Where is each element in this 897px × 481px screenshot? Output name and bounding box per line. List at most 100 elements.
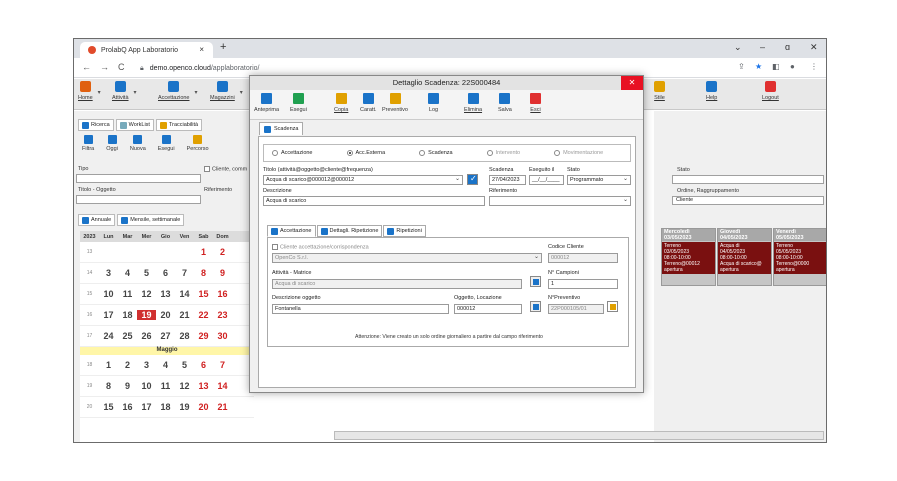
- caratt-button[interactable]: Caratt.: [360, 93, 377, 113]
- calendar-day[interactable]: 2: [118, 360, 137, 370]
- dialog-close-button[interactable]: ✕: [621, 76, 643, 90]
- calendar-day[interactable]: 20: [156, 310, 175, 320]
- esegui-button[interactable]: Esegui: [290, 93, 307, 113]
- titolo-input[interactable]: [76, 195, 201, 204]
- calendar-day[interactable]: 5: [175, 360, 194, 370]
- toolbar-logout-button[interactable]: Logout: [762, 81, 779, 109]
- subtab-dettagliripetizione[interactable]: Dettagli. Ripetizione: [316, 225, 383, 237]
- attivita-lookup-button[interactable]: [530, 276, 541, 287]
- calendar-day[interactable]: 1: [194, 247, 213, 257]
- codice-cliente-input[interactable]: 000012: [548, 253, 618, 263]
- calendar-day[interactable]: 1: [99, 360, 118, 370]
- calendar-day[interactable]: 23: [213, 310, 232, 320]
- calendar-day[interactable]: 17: [99, 310, 118, 320]
- esegui-button[interactable]: Esegui: [158, 134, 175, 159]
- oggetto-lookup-button[interactable]: [530, 301, 541, 312]
- cliente-checkbox[interactable]: Cliente, comm: [204, 166, 247, 172]
- descrizione-oggetto-input[interactable]: Fontanella: [272, 304, 449, 314]
- toolbar-help-button[interactable]: Help: [706, 81, 717, 109]
- calendar-day[interactable]: 15: [99, 402, 118, 412]
- calendar-day[interactable]: 28: [175, 331, 194, 341]
- calendar-day[interactable]: 22: [194, 310, 213, 320]
- elimina-button[interactable]: Elimina: [464, 93, 482, 113]
- calendar-day[interactable]: 10: [137, 381, 156, 391]
- toolbar-attivit-button[interactable]: Attività ▾: [112, 81, 137, 109]
- descrizione-input[interactable]: Acqua di scarico: [263, 196, 485, 206]
- calendar-day[interactable]: 6: [194, 360, 213, 370]
- share-icon[interactable]: ⇪: [738, 62, 745, 71]
- calendar-day[interactable]: 6: [156, 268, 175, 278]
- percorso-button[interactable]: Percorso: [187, 134, 209, 159]
- radio-accettazione[interactable]: Accettazione: [272, 150, 313, 156]
- calendar-day[interactable]: 26: [137, 331, 156, 341]
- calendar-day[interactable]: 4: [156, 360, 175, 370]
- event-card[interactable]: Terreno 05/05/2023 08:00-10:00 Terreno@0000…: [774, 242, 826, 274]
- tab-mensile[interactable]: Mensile, settimanale: [117, 214, 185, 226]
- reload-button[interactable]: C: [118, 62, 125, 72]
- toolbar-magazzini-button[interactable]: Magazzini ▾: [210, 81, 243, 109]
- anteprima-button[interactable]: Anteprima: [254, 93, 279, 113]
- calendar-day[interactable]: 20: [194, 402, 213, 412]
- oggetto-input[interactable]: 000012: [454, 304, 522, 314]
- calendar-day[interactable]: 25: [118, 331, 137, 341]
- calendar-day[interactable]: 11: [118, 289, 137, 299]
- calendar-day[interactable]: 13: [194, 381, 213, 391]
- event-card[interactable]: Terreno 03/05/2023 08:00-10:00 Terreno@0001…: [662, 242, 715, 274]
- calendar-day[interactable]: 18: [118, 310, 137, 320]
- calendar-day[interactable]: 2: [213, 247, 232, 257]
- browser-tab[interactable]: ProlabQ App Laboratorio ×: [80, 42, 213, 58]
- attivita-input[interactable]: Acqua di scarico: [272, 279, 522, 289]
- calendar-day[interactable]: 3: [99, 268, 118, 278]
- tipo-select[interactable]: [76, 174, 201, 183]
- calendar-day[interactable]: 11: [156, 381, 175, 391]
- calendar-day[interactable]: 4: [118, 268, 137, 278]
- cliente-checkbox[interactable]: Cliente accettazione/corrispondenza: [272, 244, 369, 250]
- back-button[interactable]: ←: [82, 62, 91, 72]
- toolbar-home-button[interactable]: Home ▾: [78, 81, 101, 109]
- calendar-day[interactable]: 15: [194, 289, 213, 299]
- esci-button[interactable]: Esci: [530, 93, 541, 113]
- new-tab-button[interactable]: +: [220, 41, 226, 53]
- calendar-day[interactable]: 9: [118, 381, 137, 391]
- calendar-day[interactable]: 19: [175, 402, 194, 412]
- calendar-day[interactable]: 24: [99, 331, 118, 341]
- calendar-day[interactable]: 21: [175, 310, 194, 320]
- forward-button[interactable]: →: [100, 62, 109, 72]
- cliente-select[interactable]: OpenCo S.r.l.: [272, 253, 542, 263]
- calendar-day[interactable]: 3: [137, 360, 156, 370]
- calendar-day[interactable]: 12: [137, 289, 156, 299]
- calendar-day[interactable]: 21: [213, 402, 232, 412]
- menu-icon[interactable]: ⋮: [810, 62, 818, 71]
- radio-scadenza[interactable]: Scadenza: [419, 150, 453, 156]
- calendar-day[interactable]: 8: [99, 381, 118, 391]
- calendar-day[interactable]: 9: [213, 268, 232, 278]
- nuova-button[interactable]: Nuova: [130, 134, 146, 159]
- url-field[interactable]: 🔒︎ demo.openco.cloud/applaboratorio/: [140, 61, 740, 76]
- scadenza-date-input[interactable]: 27/04/2023: [489, 175, 526, 185]
- calendar-day[interactable]: 7: [213, 360, 232, 370]
- stato-select[interactable]: Programmato: [567, 175, 631, 185]
- radio-accesterna[interactable]: Acc.Esterna: [346, 150, 385, 156]
- campioni-stepper[interactable]: 1: [548, 279, 618, 289]
- tab-ricerca[interactable]: Ricerca: [78, 119, 114, 131]
- event-card[interactable]: Acqua di 04/05/2023 08:00-10:00 Acqua di sc…: [718, 242, 771, 274]
- calendar-day[interactable]: 27: [156, 331, 175, 341]
- calendar-day[interactable]: 18: [156, 402, 175, 412]
- copia-button[interactable]: Copia: [334, 93, 348, 113]
- calendar-day[interactable]: 10: [99, 289, 118, 299]
- restore-button[interactable]: ɑ: [785, 42, 790, 52]
- calendar-day[interactable]: 16: [118, 402, 137, 412]
- calendar-day[interactable]: 17: [137, 402, 156, 412]
- calendar-day[interactable]: 14: [213, 381, 232, 391]
- toolbar-accettazione-button[interactable]: Accettazione ▾: [158, 81, 198, 109]
- calendar-day[interactable]: 5: [137, 268, 156, 278]
- tab-search-icon[interactable]: ⌄: [734, 42, 742, 53]
- log-button[interactable]: Log: [428, 93, 439, 113]
- toolbar-stile-button[interactable]: Stile: [654, 81, 665, 109]
- horizontal-scrollbar[interactable]: [334, 431, 824, 440]
- tab-annuale[interactable]: Annuale: [78, 214, 116, 226]
- tab-close-icon[interactable]: ×: [199, 45, 204, 54]
- tab-scadenza[interactable]: Scadenza: [259, 122, 304, 135]
- calendar-day[interactable]: 12: [175, 381, 194, 391]
- preventivo-button[interactable]: Preventivo: [382, 93, 408, 113]
